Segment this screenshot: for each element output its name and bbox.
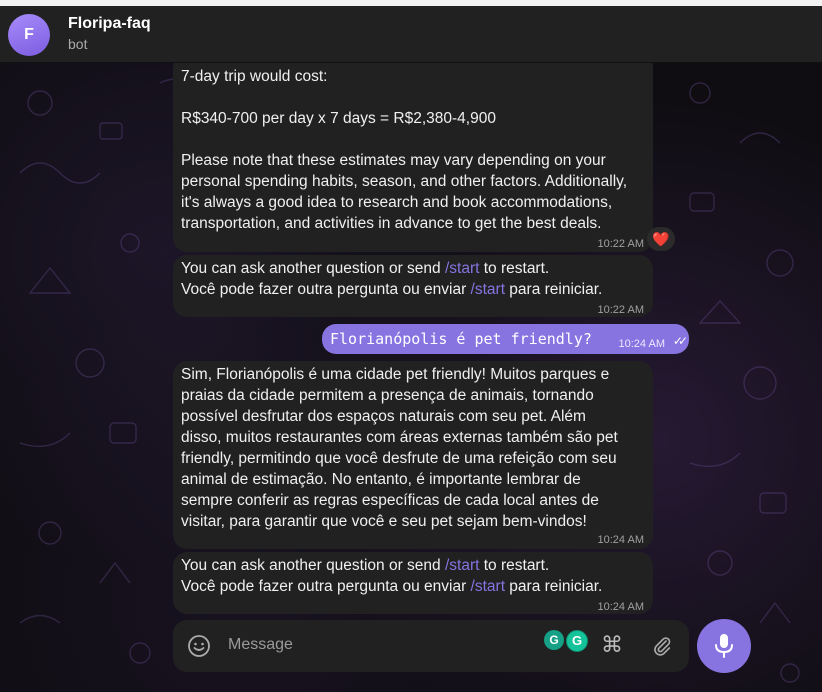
message-time: 10:24 AM [597, 534, 644, 546]
message-line: You can ask another question or send /st… [181, 260, 550, 277]
avatar[interactable]: F [8, 14, 50, 56]
message-line: You can ask another question or send /st… [181, 557, 550, 574]
start-command-link[interactable]: /start [471, 578, 505, 595]
message-line: 7-day trip would cost: [181, 68, 328, 85]
message-time: 10:22 AM [597, 238, 644, 250]
chat-title: Floripa-faq [68, 15, 151, 32]
outgoing-message-bubble[interactable]: Florianópolis é pet friendly? 10:24 AM ✓… [322, 324, 689, 354]
message-line [181, 87, 627, 108]
message-time: 10:24 AM [618, 338, 665, 350]
message-line: Sim, Florianópolis é uma cidade pet frie… [181, 366, 610, 383]
message-line: it's always a good idea to research and … [181, 194, 613, 211]
heart-reaction-icon[interactable]: ❤️ [647, 227, 675, 251]
message-composer[interactable]: Message G G ⌘ [173, 620, 689, 672]
paperclip-icon[interactable] [651, 634, 673, 658]
message-bubble[interactable]: You can ask another question or send /st… [173, 552, 653, 614]
message-line: praias da cidade permitem a presença de … [181, 387, 594, 404]
message-line: friendly, permitindo que você desfrute d… [181, 450, 617, 467]
message-line: personal spending habits, season, and ot… [181, 173, 628, 190]
microphone-icon [715, 634, 733, 658]
grammarly-icon[interactable]: G [566, 630, 588, 652]
chat-header[interactable]: F Floripa-faq bot [0, 6, 822, 63]
message-input[interactable]: Message [228, 636, 293, 654]
message-bubble[interactable]: You can ask another question or send /st… [173, 255, 653, 317]
smile-icon[interactable] [187, 634, 211, 658]
message-line [181, 129, 627, 150]
grammarly-icon[interactable]: G [544, 630, 564, 650]
message-time: 10:22 AM [597, 304, 644, 316]
message-line: R$340-700 per day x 7 days = R$2,380-4,9… [181, 110, 496, 127]
message-bubble[interactable]: Sim, Florianópolis é uma cidade pet frie… [173, 361, 653, 549]
message-line: disso, muitos restaurantes com áreas ext… [181, 429, 618, 446]
start-command-link[interactable]: /start [471, 281, 505, 298]
message-line: Please note that these estimates may var… [181, 152, 606, 169]
read-ticks-icon: ✓✓ [672, 334, 688, 348]
message-line: sempre conferir as regras específicas de… [181, 492, 599, 509]
message-line: Você pode fazer outra pergunta ou enviar… [181, 281, 603, 298]
message-line: possível desfrutar dos espaços naturais … [181, 408, 586, 425]
start-command-link[interactable]: /start [445, 557, 479, 574]
message-line: transportation, and activities in advanc… [181, 215, 602, 232]
message-line: Você pode fazer outra pergunta ou enviar… [181, 578, 603, 595]
chat-area[interactable]: 7-day trip would cost: R$340-700 per day… [0, 63, 822, 692]
message-line: visitar, para garantir que você e seu pe… [181, 513, 587, 530]
command-icon[interactable]: ⌘ [601, 634, 623, 656]
message-line: animal de estimação. No entanto, é impor… [181, 471, 581, 488]
message-bubble[interactable]: 7-day trip would cost: R$340-700 per day… [173, 63, 653, 252]
start-command-link[interactable]: /start [445, 260, 479, 277]
message-time: 10:24 AM [597, 601, 644, 613]
message-text: Florianópolis é pet friendly? [330, 330, 592, 348]
chat-subtitle: bot [68, 36, 88, 52]
microphone-button[interactable] [697, 619, 751, 673]
